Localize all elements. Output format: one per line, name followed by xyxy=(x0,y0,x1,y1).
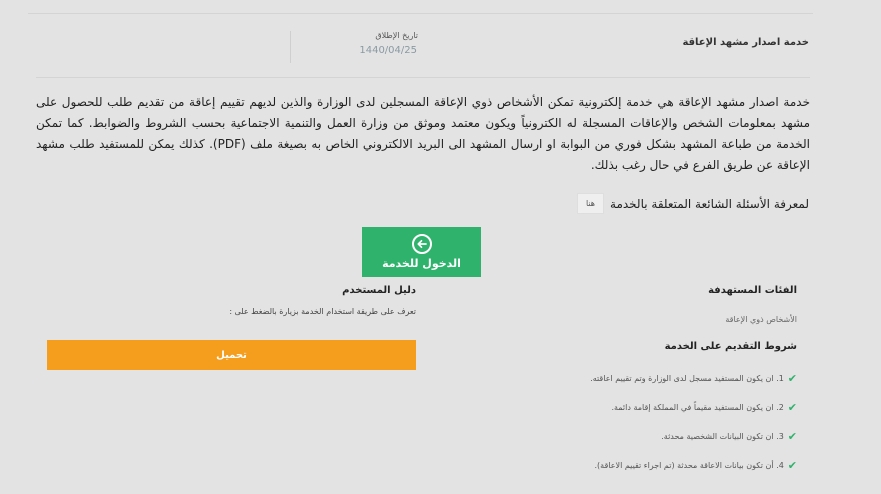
service-description: خدمة اصدار مشهد الإعاقة هي خدمة إلكتروني… xyxy=(36,95,810,172)
check-icon: ✔ xyxy=(787,430,797,443)
condition-item: ✔ 4. أن تكون بيانات الاعاقة محدثة (تم اج… xyxy=(595,459,797,472)
condition-text: 1. ان يكون المستفيد مسجل لدى الوزارة وتم… xyxy=(590,374,784,383)
download-button[interactable]: تحميل xyxy=(47,340,416,370)
conditions-title: شروط التقديم على الخدمة xyxy=(664,341,797,352)
enter-service-label: الدخول للخدمة xyxy=(382,257,461,270)
condition-item: ✔ 2. ان يكون المستفيد مقيماً في المملكة … xyxy=(611,401,797,414)
launch-date-label: تاريخ الإطلاق xyxy=(375,31,418,40)
condition-text: 4. أن تكون بيانات الاعاقة محدثة (تم اجرا… xyxy=(594,461,784,470)
faq-text: لمعرفة الأسئلة الشائعة المتعلقة بالخدمة xyxy=(610,196,809,211)
header-divider xyxy=(36,77,810,78)
target-groups-value: الأشخاص ذوي الإعاقة xyxy=(725,315,797,324)
condition-text: 3. ان تكون البيانات الشخصية محدثة. xyxy=(661,432,784,441)
faq-link-button[interactable]: هنا xyxy=(576,193,605,214)
condition-text: 2. ان يكون المستفيد مقيماً في المملكة إق… xyxy=(611,403,784,412)
enter-service-button[interactable]: الدخول للخدمة xyxy=(362,227,481,277)
check-icon: ✔ xyxy=(787,372,797,385)
arrow-left-circle-icon xyxy=(411,234,432,254)
target-groups-title: الفئات المستهدفة xyxy=(708,285,797,296)
launch-date-value: 1440/04/25 xyxy=(359,45,417,56)
condition-item: ✔ 1. ان يكون المستفيد مسجل لدى الوزارة و… xyxy=(590,372,797,385)
faq-row: لمعرفة الأسئلة الشائعة المتعلقة بالخدمة … xyxy=(576,193,809,214)
user-guide-text: تعرف على طريقة استخدام الخدمة بزيارة بال… xyxy=(229,307,416,316)
check-icon: ✔ xyxy=(787,401,797,414)
condition-item: ✔ 3. ان تكون البيانات الشخصية محدثة. xyxy=(661,430,797,443)
user-guide-title: دليل المستخدم xyxy=(342,285,416,296)
service-title: خدمة اصدار مشهد الإعاقة xyxy=(682,37,809,48)
top-divider xyxy=(28,13,813,14)
check-icon: ✔ xyxy=(787,459,797,472)
vertical-divider xyxy=(290,31,291,63)
